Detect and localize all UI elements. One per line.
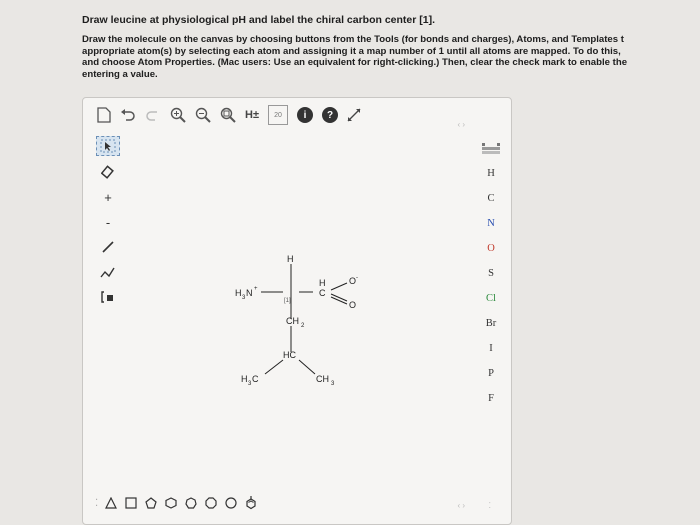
element-list: H C N O S Cl Br I P F [486,161,497,411]
element-s-button[interactable]: S [486,261,497,286]
element-f-button[interactable]: F [486,386,497,411]
info-label: i [303,109,307,121]
element-p-button[interactable]: P [486,361,497,386]
hexagon-template-icon[interactable] [164,496,178,510]
triangle-template-icon[interactable] [104,496,118,510]
molecule-editor: H± 20 i ? ‹ › + - H H 3 N + [1] H C O - … [82,97,512,525]
single-bond-icon[interactable] [97,238,119,256]
periodic-table-icon[interactable] [482,136,500,161]
editor-toolbar: H± 20 i ? [83,98,511,132]
leucine-structure: H H 3 N + [1] H C O - O CH 2 HC H 3 C CH… [235,254,358,387]
element-h-button[interactable]: H [486,161,497,186]
methyl-right-subscript: 3 [331,381,335,387]
carboxyl-h-label: H [319,278,326,288]
element-o-button[interactable]: O [486,236,497,261]
new-document-icon[interactable] [97,106,111,124]
select-tool-icon[interactable] [96,136,120,156]
octagon-template-icon[interactable] [204,496,218,510]
methine-label: HC [283,350,296,360]
element-i-button[interactable]: I [486,336,497,361]
palette-scroll-down-icon[interactable]: ⁚ [488,501,491,510]
palette-scroll-up-icon[interactable]: ‹ › [457,120,465,129]
positive-charge-button[interactable]: + [97,188,119,206]
question-instructions: Draw the molecule on the canvas by choos… [82,34,628,80]
zoom-in-icon[interactable] [170,106,186,124]
atom-map-label: 20 [274,111,282,119]
methyl-right-label: CH [316,374,329,384]
zoom-out-icon[interactable] [195,106,211,124]
benzene-template-icon[interactable] [244,496,258,510]
carbonyl-oxygen-label: O [349,300,356,310]
square-template-icon[interactable] [124,496,138,510]
template-bar: ⁚ [83,492,511,514]
help-icon[interactable]: ? [322,107,338,123]
left-tool-palette: + - [95,136,121,306]
heptagon-template-icon[interactable] [184,496,198,510]
methylene-subscript: 2 [301,323,305,329]
info-icon[interactable]: i [297,107,313,123]
drawing-canvas[interactable]: H H 3 N + [1] H C O - O CH 2 HC H 3 C CH… [123,134,463,484]
undo-icon[interactable] [120,106,136,124]
ammonium-n-label: N [246,288,253,298]
fullscreen-icon[interactable] [347,106,361,124]
element-n-button[interactable]: N [486,211,497,236]
template-scroll-left-icon[interactable]: ⁚ [95,498,98,509]
carboxylate-oxygen-label: O [349,276,356,286]
template-scroll-icon[interactable]: ‹ › [457,501,465,510]
question-title: Draw leucine at physiological pH and lab… [82,14,436,26]
chain-tool-icon[interactable] [97,263,119,281]
help-label: ? [326,109,334,121]
methyl-left-c-label: C [252,374,259,384]
bracket-tool-icon[interactable] [97,288,119,306]
atom-map-number: [1] [284,298,291,304]
element-cl-button[interactable]: Cl [486,286,497,311]
element-c-button[interactable]: C [486,186,497,211]
atom-palette: H C N O S Cl Br I P F [475,136,507,411]
ammonium-h-label: H [235,288,242,298]
atom-map-button[interactable]: 20 [268,105,288,125]
explicit-hydrogens-button[interactable]: H± [245,106,259,124]
pentagon-template-icon[interactable] [144,496,158,510]
methylene-label: CH [286,316,299,326]
nonagon-template-icon[interactable] [224,496,238,510]
methyl-left-h-label: H [241,374,248,384]
negative-charge-button[interactable]: - [97,213,119,231]
carboxylate-charge: - [356,275,358,281]
eraser-icon[interactable] [97,163,119,181]
zoom-fit-icon[interactable] [220,106,236,124]
question-text: Draw leucine at physiological pH and lab… [82,14,700,80]
ammonium-charge: + [254,286,258,292]
redo-icon[interactable] [145,106,161,124]
alpha-hydrogen-label: H [287,254,294,264]
carboxyl-carbon-label: C [319,288,326,298]
element-br-button[interactable]: Br [486,311,497,336]
